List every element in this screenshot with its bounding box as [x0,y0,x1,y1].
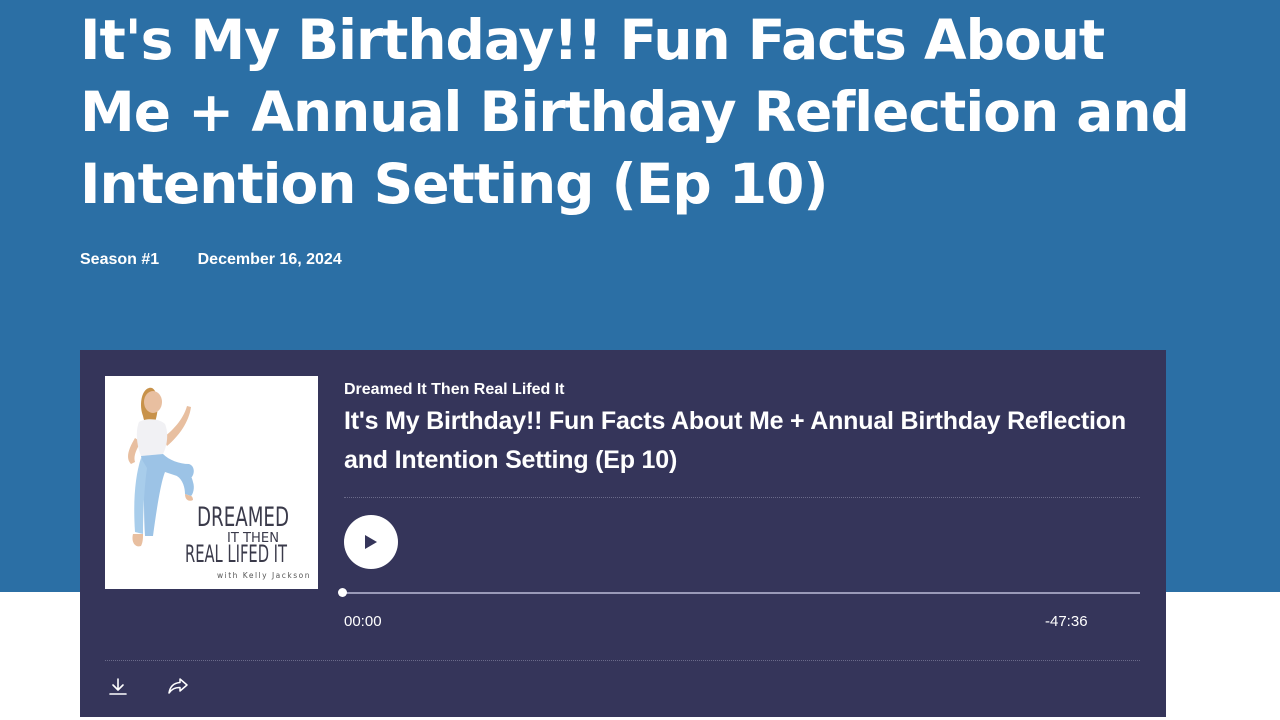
page-title: It's My Birthday!! Fun Facts About Me + … [80,8,1190,216]
cover-illustration: DREAMED IT THEN REAL LIFED IT with Kelly… [105,376,318,589]
episode-meta: Season #1 December 16, 2024 [80,250,342,270]
show-name: Dreamed It Then Real Lifed It [344,381,565,398]
progress-bar[interactable] [342,592,1140,594]
podcast-player: DREAMED IT THEN REAL LIFED IT with Kelly… [80,350,1166,717]
play-button[interactable] [344,515,398,569]
podcast-cover-art: DREAMED IT THEN REAL LIFED IT with Kelly… [105,376,318,589]
cover-line-1: DREAMED [197,502,289,533]
share-icon [168,678,188,694]
divider [105,660,1140,661]
download-icon [109,678,127,695]
share-button[interactable] [166,674,190,698]
current-time: 00:00 [344,613,382,630]
progress-handle[interactable] [338,588,347,597]
episode-title: It's My Birthday!! Fun Facts About Me + … [344,407,1126,474]
cover-line-3: REAL LIFED IT [185,540,288,568]
publish-date: December 16, 2024 [197,251,342,268]
remaining-time: -47:36 [1045,613,1088,630]
divider [344,497,1140,498]
download-button[interactable] [106,674,130,698]
season-label: Season #1 [80,251,160,268]
cover-byline: with Kelly Jackson [217,571,311,580]
play-icon [365,535,377,549]
